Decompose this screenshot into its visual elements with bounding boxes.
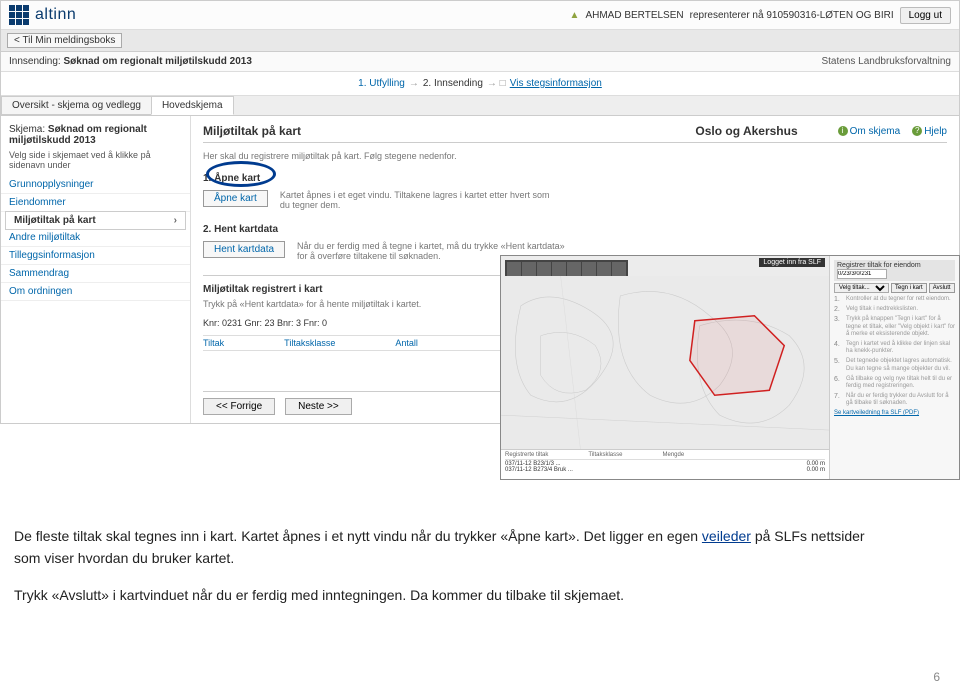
user-name: AHMAD BERTELSEN	[585, 10, 683, 21]
intro-text: Her skal du registrere miljøtiltak på ka…	[203, 151, 947, 161]
side-step-4: Tegn i kartet ved å klikke der linjen sk…	[846, 341, 955, 355]
map-tool-icon[interactable]	[582, 262, 596, 276]
back-bar: < Til Min meldingsboks	[1, 30, 959, 52]
map-tool-icon[interactable]	[567, 262, 581, 276]
side-step-5: Det tegnede objektet lagres automatisk. …	[846, 358, 955, 372]
region-label: Oslo og Akershus	[695, 124, 797, 138]
map-tool-icon[interactable]	[612, 262, 626, 276]
col-tiltak: Tiltak	[203, 338, 224, 348]
side-pdf-link[interactable]: Se kartveiledning fra SLF (PDF)	[834, 410, 955, 416]
side-step-6: Gå tilbake og velg nye tiltak helt til d…	[846, 376, 955, 390]
bottom-row: 037/11-12 B273/4 Bruk ...	[505, 467, 573, 473]
logout-button[interactable]: Logg ut	[900, 7, 951, 24]
step-1[interactable]: 1. Utfylling	[358, 78, 405, 89]
sidebar-item-sammendrag[interactable]: Sammendrag	[1, 265, 190, 283]
map-window: Logget inn fra SLF Registrerte tiltak Ti…	[500, 255, 960, 480]
chevron-right-icon: ›	[174, 215, 177, 226]
prev-button[interactable]: << Forrige	[203, 398, 275, 415]
map-terrain	[501, 276, 829, 450]
map-bottom-panel: Registrerte tiltak Tiltaksklasse Mengde …	[501, 449, 829, 479]
velg-tiltak-select[interactable]: Velg tiltak...	[834, 283, 889, 293]
fetch-mapdata-button[interactable]: Hent kartdata	[203, 241, 285, 258]
avslutt-button[interactable]: Avslutt	[929, 283, 955, 293]
user-icon: ▲	[570, 10, 580, 21]
step-info-link[interactable]: Vis stegsinformasjon	[510, 78, 602, 89]
brand-name: altinn	[35, 6, 76, 24]
about-schema-link[interactable]: iOm skjema	[838, 126, 901, 137]
top-bar: altinn ▲ AHMAD BERTELSEN representerer n…	[1, 1, 959, 30]
tab-main-form[interactable]: Hovedskjema	[151, 96, 234, 115]
side-step-2: Velg tiltak i nedtrekkslisten.	[846, 306, 955, 313]
sidebar: Skjema: Søknad om regionalt miljøtilskud…	[1, 116, 191, 423]
col-tiltaksklasse: Tiltaksklasse	[284, 338, 335, 348]
back-link[interactable]: < Til Min meldingsboks	[7, 33, 122, 48]
map-tool-icon[interactable]	[537, 262, 551, 276]
caption-text: De fleste tiltak skal tegnes inn i kart.…	[14, 525, 874, 606]
step-2[interactable]: 2. Innsending	[423, 78, 483, 89]
map-side-panel: Registrer tiltak for eiendom Velg tiltak…	[829, 256, 959, 479]
bottom-tab-klasse[interactable]: Tiltaksklasse	[588, 452, 622, 458]
steps-bar: 1. Utfylling → 2. Innsending → □ Vis ste…	[1, 72, 959, 96]
sidebar-item-grunnopplysninger[interactable]: Grunnopplysninger	[1, 176, 190, 194]
sidebar-item-eiendommer[interactable]: Eiendommer	[1, 194, 190, 212]
map-tool-icon[interactable]	[507, 262, 521, 276]
side-step-1: Kontroller at du tegner for rett eiendom…	[846, 296, 955, 303]
step1-desc: Kartet åpnes i et eget vindu. Tiltakene …	[280, 190, 560, 210]
info-icon: i	[838, 126, 848, 136]
help-icon: ?	[912, 126, 922, 136]
bottom-tab-mengde[interactable]: Mengde	[662, 452, 684, 458]
side-step-7: Når du er ferdig trykker du Avslutt for …	[846, 393, 955, 407]
side-step-3: Trykk på knappen "Tegn i kart" for å teg…	[846, 316, 955, 338]
map-tool-icon[interactable]	[552, 262, 566, 276]
help-link[interactable]: ?Hjelp	[912, 126, 947, 137]
panel-title: Registrer tiltak for eiendom	[837, 262, 921, 269]
col-antall: Antall	[395, 338, 418, 348]
sidebar-item-tilleggsinformasjon[interactable]: Tilleggsinformasjon	[1, 247, 190, 265]
sidebar-item-om-ordningen[interactable]: Om ordningen	[1, 283, 190, 301]
step-sep-icon: →	[409, 78, 419, 89]
step1-title: 1. Åpne kart	[203, 173, 947, 184]
brand-logo: altinn	[9, 5, 76, 25]
submission-label: Innsending:	[9, 56, 61, 67]
map-canvas[interactable]: Logget inn fra SLF Registrerte tiltak Ti…	[501, 256, 829, 479]
sidebar-item-andre-miljotiltak[interactable]: Andre miljøtiltak	[1, 229, 190, 247]
map-tool-icon[interactable]	[597, 262, 611, 276]
bottom-tab-tiltak[interactable]: Registrerte tiltak	[505, 452, 548, 458]
open-map-button[interactable]: Åpne kart	[203, 190, 268, 207]
eiendom-input[interactable]	[837, 269, 887, 279]
map-login-badge: Logget inn fra SLF	[759, 258, 825, 267]
sidebar-item-miljotiltak-kart[interactable]: Miljøtiltak på kart›	[5, 211, 186, 230]
page-number: 6	[933, 670, 940, 684]
agency-name: Statens Landbruksforvaltning	[821, 56, 951, 67]
next-button[interactable]: Neste >>	[285, 398, 352, 415]
page-title: Miljøtiltak på kart	[203, 124, 695, 138]
step-end-icon: → □	[487, 78, 506, 89]
schema-label: Skjema:	[9, 124, 45, 135]
veileder-link[interactable]: veileder	[702, 528, 751, 544]
step2-title: 2. Hent kartdata	[203, 224, 947, 235]
map-tool-icon[interactable]	[522, 262, 536, 276]
bottom-val: 0.00 m	[807, 467, 825, 473]
submission-bar: Innsending: Søknad om regionalt miljøtil…	[1, 52, 959, 72]
tabs: Oversikt - skjema og vedlegg Hovedskjema	[1, 96, 959, 116]
tegn-i-kart-button[interactable]: Tegn i kart	[891, 283, 927, 293]
tab-overview[interactable]: Oversikt - skjema og vedlegg	[1, 96, 152, 115]
user-represents: representerer nå 910590316-LØTEN OG BIRI	[690, 10, 894, 21]
sidebar-hint: Velg side i skjemaet ved å klikke på sid…	[1, 150, 190, 176]
submission-title: Søknad om regionalt miljøtilskudd 2013	[64, 56, 252, 67]
